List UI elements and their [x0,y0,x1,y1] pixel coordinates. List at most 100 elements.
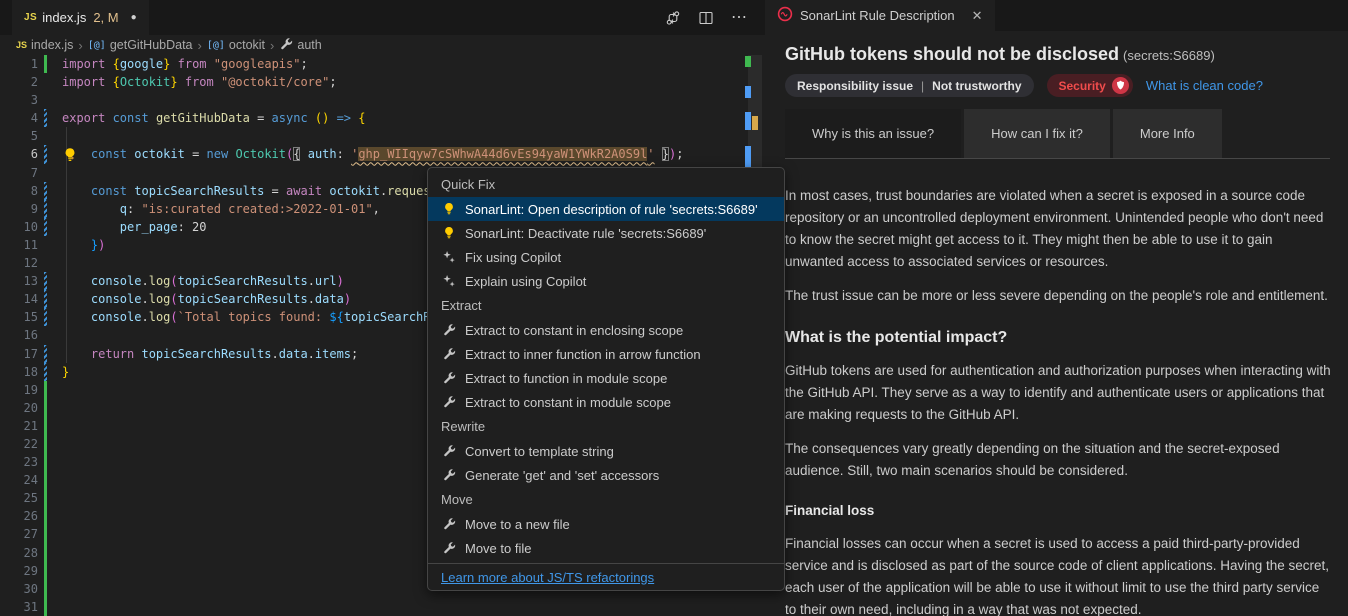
gutter-mod-indicator [44,145,47,163]
line-number[interactable]: 31 [0,598,38,616]
line-number[interactable]: 17 [0,345,38,363]
gutter-spacer [44,326,47,344]
code-text: return topicSearchResults.data.items; [62,345,358,363]
line-number[interactable]: 19 [0,381,38,399]
line-number[interactable]: 14 [0,290,38,308]
menu-item-label: Extract to constant in module scope [465,395,671,410]
clean-code-attribute-badge: Responsibility issue | Not trustworthy [785,74,1034,97]
open-changes-icon[interactable] [665,10,681,26]
line-number[interactable]: 7 [0,164,38,182]
breadcrumb-separator: › [198,38,202,53]
line-number[interactable]: 29 [0,562,38,580]
lightbulb-quickfix-icon[interactable] [62,147,78,163]
code-line-2[interactable]: 2import {Octokit} from "@octokit/core"; [0,73,765,91]
editor-actions: ⋯ [665,0,747,35]
line-number[interactable]: 24 [0,471,38,489]
menu-item-extract-to-function-in-module-scope[interactable]: Extract to function in module scope [428,366,784,390]
rule-tab-how-can-i-fix-it-[interactable]: How can I fix it? [964,109,1110,158]
code-line-3[interactable]: 3 [0,91,765,109]
breadcrumb-label: getGitHubData [110,38,193,52]
menu-item-label: Generate 'get' and 'set' accessors [465,468,659,483]
line-number[interactable]: 11 [0,236,38,254]
gutter-mod-indicator [44,290,47,308]
menu-item-label: Extract to constant in enclosing scope [465,323,683,338]
line-number[interactable]: 6 [0,145,38,163]
what-is-clean-code-link[interactable]: What is clean code? [1146,78,1263,93]
menu-item-sonarlint-open-description-of-rule-secre[interactable]: SonarLint: Open description of rule 'sec… [428,197,784,221]
code-line-31[interactable]: 31 [0,598,765,616]
gutter-mod-indicator [44,200,47,218]
line-number[interactable]: 22 [0,435,38,453]
code-text: console.log(topicSearchResults.url) [62,272,344,290]
breadcrumb-item-getgithubdata[interactable]: [@]getGitHubData [88,38,193,52]
quickfix-menu-footer: Learn more about JS/TS refactorings [428,563,784,590]
security-impact-badge: Security [1047,74,1133,97]
line-number[interactable]: 12 [0,254,38,272]
line-number[interactable]: 5 [0,127,38,145]
split-editor-icon[interactable] [698,10,714,26]
menu-item-move-to-file[interactable]: Move to file [428,536,784,560]
code-text: export const getGitHubData = async () =>… [62,109,366,127]
breadcrumb-item-octokit[interactable]: [@]octokit [207,38,265,52]
sonarlint-icon [777,6,793,25]
line-number[interactable]: 26 [0,507,38,525]
line-number[interactable]: 8 [0,182,38,200]
line-number[interactable]: 25 [0,489,38,507]
menu-item-extract-to-constant-in-module-scope[interactable]: Extract to constant in module scope [428,390,784,414]
menu-item-extract-to-inner-function-in-arrow-funct[interactable]: Extract to inner function in arrow funct… [428,342,784,366]
rule-heading: What is the potential impact? [785,327,1333,349]
close-icon[interactable]: ✕ [972,8,983,24]
line-number[interactable]: 16 [0,326,38,344]
line-number[interactable]: 15 [0,308,38,326]
gutter-mod-indicator [44,182,47,200]
dirty-indicator[interactable]: ● [131,12,137,23]
code-line-1[interactable]: 1 import {google} from "googleapis"; [0,55,765,73]
menu-item-convert-to-template-string[interactable]: Convert to template string [428,439,784,463]
line-number[interactable]: 13 [0,272,38,290]
line-number[interactable]: 30 [0,580,38,598]
code-text: import {google} from "googleapis"; [62,55,308,73]
breadcrumb-item-index-js[interactable]: JSindex.js [16,38,73,52]
menu-item-sonarlint-deactivate-rule-secrets-s6689-[interactable]: SonarLint: Deactivate rule 'secrets:S668… [428,221,784,245]
code-text: const octokit = new Octokit({ auth: 'ghp… [62,145,683,163]
line-number[interactable]: 21 [0,417,38,435]
line-number[interactable]: 4 [0,109,38,127]
rule-tab-why-is-this-an-issue-[interactable]: Why is this an issue? [785,109,961,158]
gutter-added-indicator [44,598,47,616]
menu-item-label: Extract to inner function in arrow funct… [465,347,701,362]
menu-item-move-to-a-new-file[interactable]: Move to a new file [428,512,784,536]
menu-item-label: Explain using Copilot [465,274,586,289]
gutter-added-indicator [44,525,47,543]
line-number[interactable]: 10 [0,218,38,236]
line-number[interactable]: 9 [0,200,38,218]
rule-paragraph: The trust issue can be more or less seve… [785,285,1333,307]
line-number[interactable]: 2 [0,73,38,91]
menu-item-explain-using-copilot[interactable]: Explain using Copilot [428,269,784,293]
sonarlint-rule-panel: SonarLint Rule Description ✕ GitHub toke… [765,0,1348,616]
rule-tab-more-info[interactable]: More Info [1113,109,1222,158]
minimap-mark [752,116,758,130]
gutter-spacer [44,236,47,254]
more-actions-icon[interactable]: ⋯ [731,10,747,26]
refactorings-learn-more-link[interactable]: Learn more about JS/TS refactorings [441,570,654,585]
menu-item-extract-to-constant-in-enclosing-scope[interactable]: Extract to constant in enclosing scope [428,318,784,342]
line-number[interactable]: 27 [0,525,38,543]
editor-tab-indexjs[interactable]: JS index.js 2, M ● [12,0,149,35]
menu-item-fix-using-copilot[interactable]: Fix using Copilot [428,245,784,269]
line-number[interactable]: 1 [0,55,38,73]
code-line-5[interactable]: 5 [0,127,765,145]
code-line-6[interactable]: 6 const octokit = new Octokit({ auth: 'g… [0,145,765,163]
line-number[interactable]: 18 [0,363,38,381]
vscode-window: JS index.js 2, M ● ⋯ [0,0,1348,616]
menu-item-generate-get-and-set-accessors[interactable]: Generate 'get' and 'set' accessors [428,463,784,487]
line-number[interactable]: 23 [0,453,38,471]
line-number[interactable]: 20 [0,399,38,417]
line-number[interactable]: 28 [0,544,38,562]
gutter-spacer [44,127,47,145]
wrench-icon [441,516,457,532]
code-line-4[interactable]: 4 export const getGitHubData = async () =… [0,109,765,127]
sparkle-icon [441,273,457,289]
panel-tab-sonarlint[interactable]: SonarLint Rule Description ✕ [765,0,995,31]
breadcrumb-item-auth[interactable]: auth [279,37,321,54]
line-number[interactable]: 3 [0,91,38,109]
